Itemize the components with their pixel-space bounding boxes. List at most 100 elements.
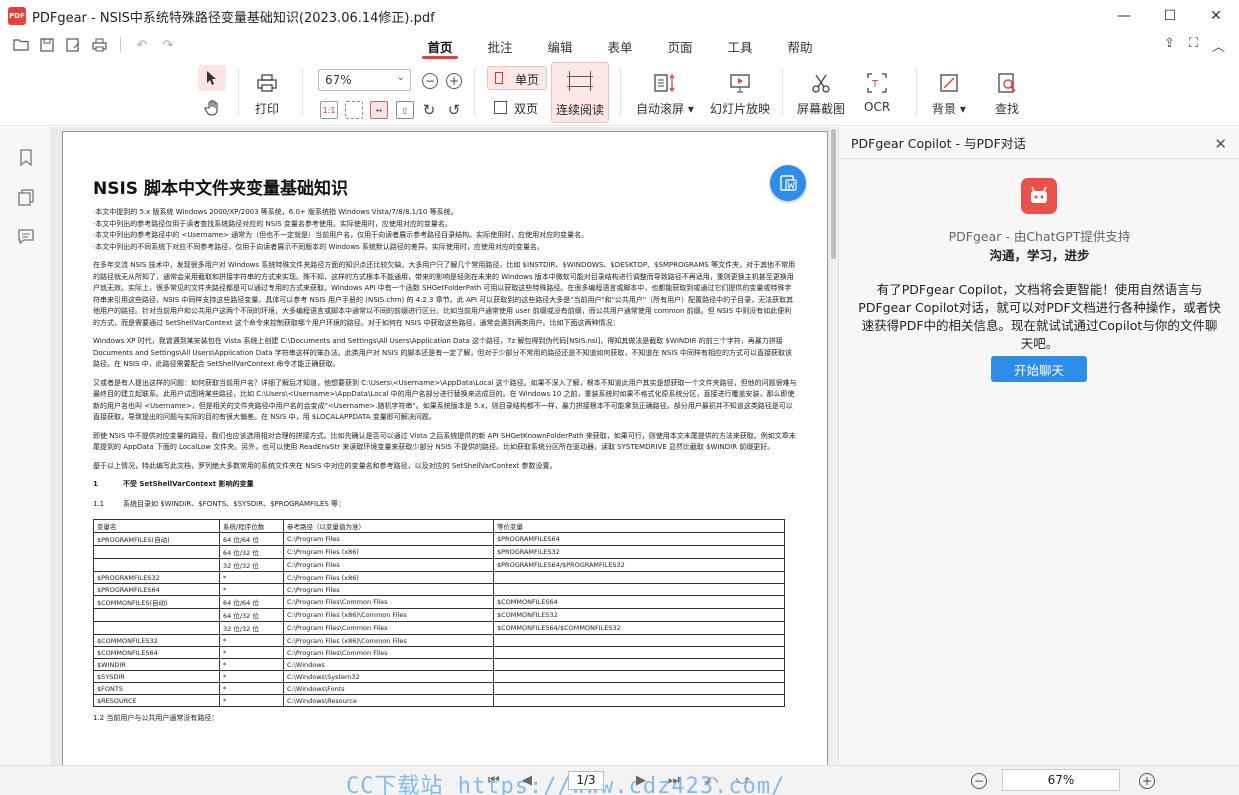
table-cell: $COMMONFILES64: [493, 595, 785, 609]
svg-text:T: T: [871, 79, 879, 90]
save-icon[interactable]: [38, 36, 56, 54]
fit-width-icon[interactable]: ↔: [370, 101, 388, 119]
rotate-cw-icon[interactable]: ↻: [421, 102, 437, 118]
separator: [474, 68, 475, 116]
auto-scroll-button[interactable]: 自动滚屏 ▾: [636, 70, 694, 117]
select-tool-button[interactable]: [198, 65, 226, 91]
tab-edit[interactable]: 编辑: [530, 32, 590, 60]
actual-size-icon[interactable]: 1:1: [320, 101, 338, 119]
first-page-icon[interactable]: ⏮: [488, 773, 500, 788]
back-view-icon[interactable]: ⤺: [704, 773, 718, 788]
continuous-reading-button[interactable]: 连续阅读: [551, 62, 609, 123]
fit-visible-icon[interactable]: [345, 101, 363, 119]
search-button[interactable]: 查找: [994, 70, 1020, 117]
minimize-button[interactable]: —: [1101, 0, 1147, 32]
next-page-icon[interactable]: ▶: [636, 773, 646, 788]
background-button[interactable]: 背景 ▾: [932, 70, 966, 117]
document-viewer[interactable]: NSIS 脚本中文件夹变量基础知识 ·本文中提到的 5.x 版系统 Window…: [52, 127, 838, 765]
table-cell: $COMMONFILES64: [93, 646, 220, 659]
save-as-icon[interactable]: [64, 36, 82, 54]
ocr-button[interactable]: T OCR: [864, 70, 890, 114]
doc-heading-1-1: 1.1 系统目录如 $WINDIR、$FONTS、$SYSDIR、$PROGRAM…: [93, 500, 346, 508]
ribbon-toolbar: 打印 67% ⌄ − + 1:1 ↔ ▯ ↻ ↺ 单页 双页 连续阅读 自动滚屏…: [0, 60, 1239, 126]
table-row: $COMMONFILES64 * C:\Program Files\Common F…: [93, 646, 785, 659]
print-icon[interactable]: [90, 36, 108, 54]
forward-view-icon[interactable]: ⤻: [736, 773, 750, 788]
share-icon[interactable]: ⇪: [1164, 36, 1175, 55]
table-cell: [493, 670, 785, 683]
table-cell: 64 位/32 位: [219, 608, 284, 622]
thumbnails-icon[interactable]: [17, 188, 35, 206]
single-page-button[interactable]: 单页: [487, 66, 547, 90]
start-chat-button[interactable]: 开始聊天: [991, 356, 1087, 382]
print-button[interactable]: 打印: [254, 70, 280, 117]
collapse-ribbon-icon[interactable]: ︿: [1212, 36, 1225, 55]
redo-icon[interactable]: ↷: [159, 36, 177, 54]
zoom-select[interactable]: 67% ⌄: [318, 69, 411, 91]
undo-icon[interactable]: ↶: [133, 36, 151, 54]
close-button[interactable]: ✕: [1193, 0, 1239, 32]
table-cell: $PROGRAMFILES64/$PROGRAMFILES32: [493, 558, 785, 572]
vertical-scrollbar[interactable]: [830, 127, 838, 765]
table-cell: [493, 583, 785, 596]
tab-page[interactable]: 页面: [650, 32, 710, 60]
table-header-cell: 变量名: [93, 519, 220, 533]
table-cell: C:\Program Files: [283, 558, 494, 572]
table-header-row: 变量名 系统/程序位数 参考路径（以变量值为准） 等价变量: [93, 519, 785, 533]
fullscreen-icon[interactable]: ⛶: [1189, 36, 1198, 55]
prev-page-icon[interactable]: ◀: [522, 773, 532, 788]
separator: [782, 68, 783, 116]
table-cell: *: [219, 571, 284, 584]
table-cell: *: [219, 670, 284, 683]
app-logo: PDF: [8, 7, 26, 25]
zoom-level-input[interactable]: 67%: [1002, 769, 1120, 791]
tab-annotate[interactable]: 批注: [470, 32, 530, 60]
zoom-in-icon[interactable]: +: [446, 73, 462, 89]
doc-bullets: ·本文中提到的 5.x 版系统 Windows 2000/XP/2003 等系统…: [93, 207, 797, 253]
open-folder-icon[interactable]: [12, 36, 30, 54]
screenshot-button[interactable]: 屏幕截图: [797, 70, 845, 117]
table-cell: *: [219, 583, 284, 596]
tab-form[interactable]: 表单: [590, 32, 650, 60]
table-cell: *: [219, 694, 284, 707]
slideshow-button[interactable]: 幻灯片放映: [710, 70, 770, 117]
close-icon[interactable]: ✕: [1214, 135, 1227, 153]
rotate-ccw-icon[interactable]: ↺: [446, 102, 462, 118]
table-row: $RESOURCE * C:\Windows\Resource: [93, 694, 785, 707]
bookmark-icon[interactable]: [17, 148, 35, 166]
tab-home[interactable]: 首页: [410, 32, 470, 60]
table-cell: $PROGRAMFILES64: [93, 583, 220, 596]
table-cell: [93, 608, 220, 622]
table-cell: 64 位/64 位: [219, 532, 284, 546]
table-cell: C:\Program Files\Common Files: [283, 595, 494, 609]
comments-icon[interactable]: [17, 227, 35, 245]
table-cell: $PROGRAMFILES32: [493, 545, 785, 559]
tab-help[interactable]: 帮助: [770, 32, 830, 60]
table-cell: C:\Windows: [283, 658, 494, 671]
doc-paragraph: 即使 NSIS 中不提供对应变量的路径，我们也应该选用相对合理的拼接方式。比如先…: [93, 431, 796, 452]
watermark-text: CC下载站 https://www.cdz423.com/: [346, 774, 786, 795]
convert-to-word-button[interactable]: [770, 165, 806, 201]
zoom-in-icon[interactable]: +: [1139, 773, 1155, 789]
table-header-cell: 系统/程序位数: [219, 519, 284, 533]
chevron-down-icon: ⌄: [396, 72, 405, 83]
page-number-input[interactable]: 1/3: [568, 771, 604, 790]
ocr-icon: T: [864, 70, 890, 96]
fit-page-icon[interactable]: ▯: [396, 101, 414, 119]
table-cell: [93, 545, 220, 559]
table-cell: 64 位/64 位: [219, 595, 284, 609]
copilot-robot-icon: [1021, 178, 1057, 214]
table-cell: [493, 571, 785, 584]
last-page-icon[interactable]: ⏭: [668, 773, 680, 788]
table-cell: $COMMONFILES32: [493, 608, 785, 622]
table-cell: [493, 682, 785, 695]
table-cell: 64 位/32 位: [219, 545, 284, 559]
maximize-button[interactable]: ☐: [1147, 0, 1193, 32]
hand-tool-icon[interactable]: [200, 95, 226, 121]
scrollbar-thumb[interactable]: [831, 129, 836, 259]
tab-tools[interactable]: 工具: [710, 32, 770, 60]
table-cell: $COMMONFILES(自动): [93, 595, 220, 609]
background-label: 背景 ▾: [932, 102, 966, 116]
zoom-out-icon[interactable]: −: [971, 773, 987, 789]
zoom-out-icon[interactable]: −: [422, 73, 438, 89]
